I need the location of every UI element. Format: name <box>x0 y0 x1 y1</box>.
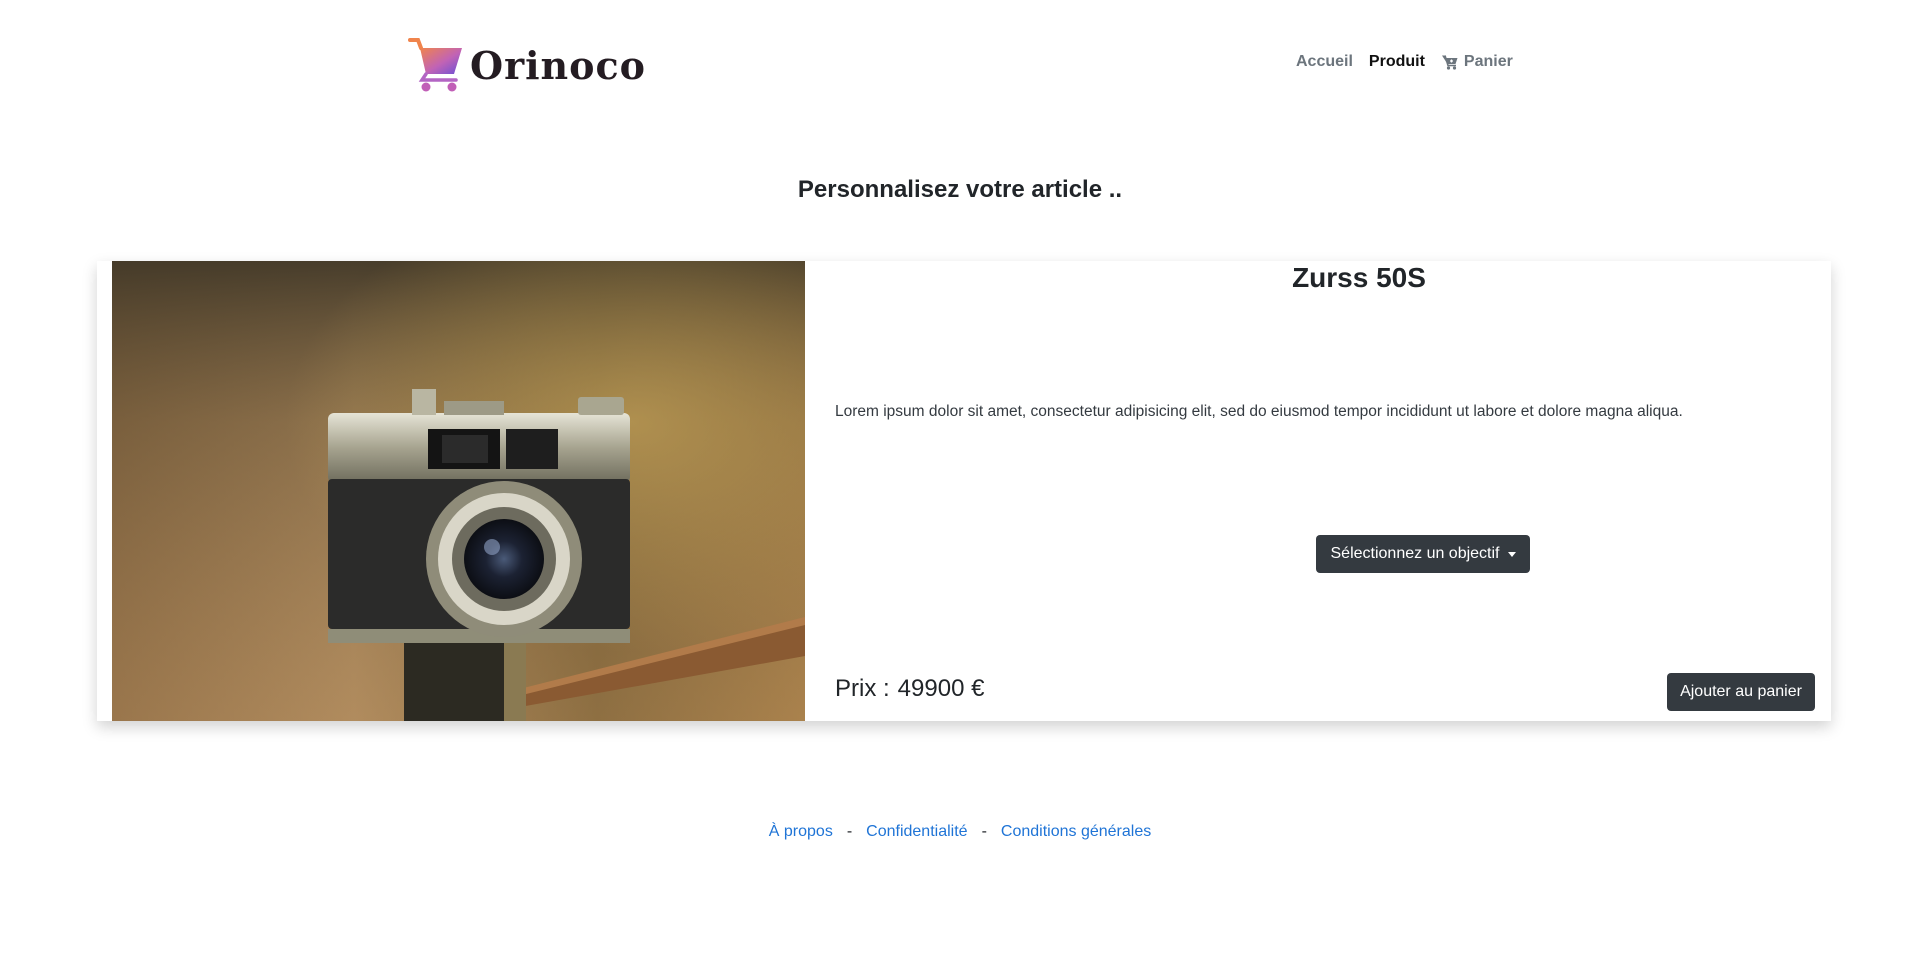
price-value: 49900 € <box>897 675 985 702</box>
footer-link-about[interactable]: À propos <box>769 823 833 841</box>
footer-link-privacy[interactable]: Confidentialité <box>866 823 967 841</box>
lens-select-dropdown[interactable]: Sélectionnez un objectif <box>1316 535 1530 573</box>
page-heading: Personnalisez votre article .. <box>797 176 1123 203</box>
logo-text: Orinoco <box>470 42 647 88</box>
product-name: Zurss 50S <box>1292 262 1426 293</box>
nav-item-accueil[interactable]: Accueil <box>1296 53 1353 71</box>
footer-link-terms[interactable]: Conditions générales <box>1001 823 1151 841</box>
product-description: Lorem ipsum dolor sit amet, consectetur … <box>835 403 1683 420</box>
footer-separator: - <box>981 823 987 840</box>
product-photo-camera <box>112 261 805 721</box>
product-card: Zurss 50S Lorem ipsum dolor sit amet, co… <box>97 261 1831 721</box>
footer-separator: - <box>846 823 853 840</box>
caret-down-icon <box>1507 551 1516 557</box>
cart-icon <box>1441 55 1458 70</box>
site-header: Orinoco Accueil Produit Panier <box>0 0 1920 130</box>
add-to-cart-button[interactable]: Ajouter au panier <box>1667 673 1815 711</box>
main-nav: Accueil Produit Panier <box>1296 53 1513 71</box>
lens-select-label: Sélectionnez un objectif <box>1330 545 1500 562</box>
nav-item-produit[interactable]: Produit <box>1369 53 1425 71</box>
nav-item-panier[interactable]: Panier <box>1441 53 1513 71</box>
nav-item-panier-label: Panier <box>1463 53 1513 70</box>
product-price: Prix : 49900 € <box>835 675 984 703</box>
site-logo[interactable]: Orinoco <box>408 36 646 94</box>
site-footer: À propos - Confidentialité - Conditions … <box>0 823 1920 841</box>
price-label: Prix : <box>835 675 890 702</box>
shopping-cart-logo-icon <box>408 38 462 92</box>
